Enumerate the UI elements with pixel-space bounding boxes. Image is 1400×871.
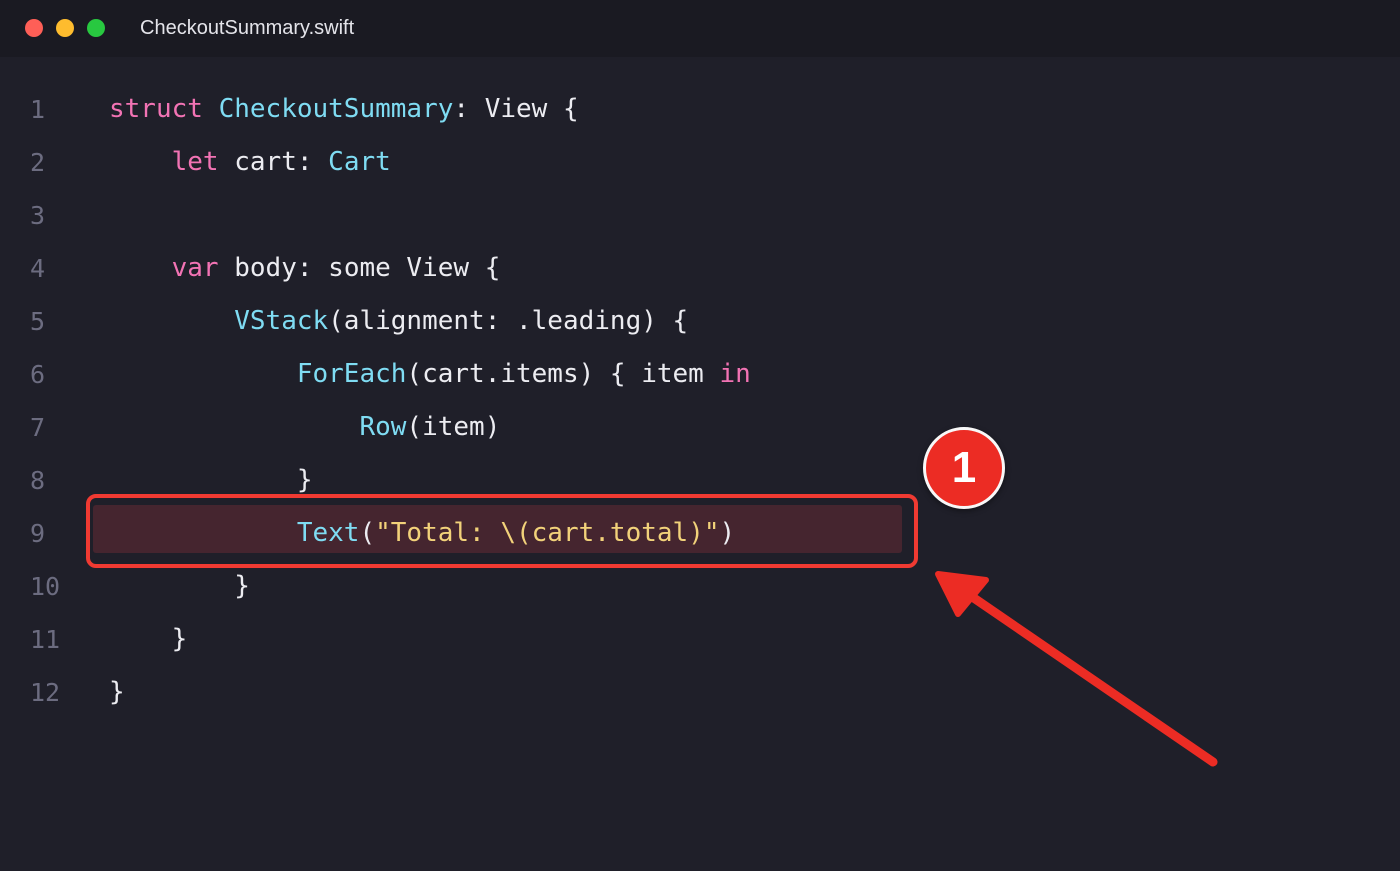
code-token: cart: bbox=[218, 147, 329, 177]
code-token: (item) bbox=[406, 412, 501, 442]
code-text: Row(item) bbox=[109, 401, 500, 454]
code-text: var body: some View { bbox=[109, 242, 501, 295]
code-token: var bbox=[171, 253, 219, 283]
line-number: 4 bbox=[30, 254, 46, 283]
code-text: let cart: Cart bbox=[109, 136, 391, 189]
code-token: Cart bbox=[328, 147, 391, 177]
minimize-window-button[interactable] bbox=[56, 19, 74, 37]
line-number: 8 bbox=[30, 466, 46, 495]
annotation-highlight-box bbox=[86, 494, 918, 568]
code-line[interactable]: 4 var body: some View { bbox=[0, 242, 1400, 295]
code-token: in bbox=[719, 359, 751, 389]
line-number: 10 bbox=[30, 572, 61, 601]
line-number: 12 bbox=[30, 678, 61, 707]
code-token: body: some View { bbox=[218, 253, 501, 283]
code-text: ForEach(cart.items) { item in bbox=[109, 348, 751, 401]
line-number: 11 bbox=[30, 625, 61, 654]
line-number: 3 bbox=[30, 201, 46, 230]
code-line[interactable]: 12} bbox=[0, 666, 1400, 719]
code-line[interactable]: 7 Row(item) bbox=[0, 401, 1400, 454]
code-line[interactable]: 6 ForEach(cart.items) { item in bbox=[0, 348, 1400, 401]
code-token: : View { bbox=[453, 94, 579, 124]
code-line[interactable]: 3 bbox=[0, 189, 1400, 242]
annotation-badge: 1 bbox=[923, 427, 1005, 509]
editor-window: CheckoutSummary.swift 1 struct CheckoutSu… bbox=[0, 0, 1400, 871]
code-token: } bbox=[296, 465, 313, 495]
code-token: CheckoutSummary bbox=[218, 94, 454, 124]
code-token: (alignment: .leading) { bbox=[328, 306, 689, 336]
code-line[interactable]: 2 let cart: Cart bbox=[0, 136, 1400, 189]
zoom-window-button[interactable] bbox=[87, 19, 105, 37]
code-token: struct bbox=[109, 94, 203, 124]
code-text: } bbox=[109, 613, 188, 666]
code-token: VStack bbox=[234, 306, 329, 336]
file-name: CheckoutSummary.swift bbox=[140, 17, 355, 39]
code-line[interactable]: 5 VStack(alignment: .leading) { bbox=[0, 295, 1400, 348]
code-line[interactable]: 1 struct CheckoutSummary: View { bbox=[0, 83, 1400, 136]
line-number: 5 bbox=[30, 307, 46, 336]
code-text: struct CheckoutSummary: View { bbox=[109, 83, 579, 136]
code-text: VStack(alignment: .leading) { bbox=[109, 295, 688, 348]
close-window-button[interactable] bbox=[25, 19, 43, 37]
code-token: let bbox=[171, 147, 219, 177]
line-number: 6 bbox=[30, 360, 46, 389]
code-token: Row bbox=[359, 412, 407, 442]
line-number: 7 bbox=[30, 413, 46, 442]
code-token: } bbox=[109, 677, 125, 707]
code-text: } bbox=[109, 666, 125, 719]
title-bar: CheckoutSummary.swift bbox=[0, 0, 1400, 57]
code-token: (cart.items) { item bbox=[406, 359, 720, 389]
line-number: 2 bbox=[30, 148, 46, 177]
line-number: 9 bbox=[30, 519, 46, 548]
code-token: ForEach bbox=[296, 359, 407, 389]
code-line[interactable]: 11 } bbox=[0, 613, 1400, 666]
code-token: } bbox=[234, 571, 250, 601]
code-token: } bbox=[171, 624, 188, 654]
line-number: 1 bbox=[30, 95, 46, 124]
